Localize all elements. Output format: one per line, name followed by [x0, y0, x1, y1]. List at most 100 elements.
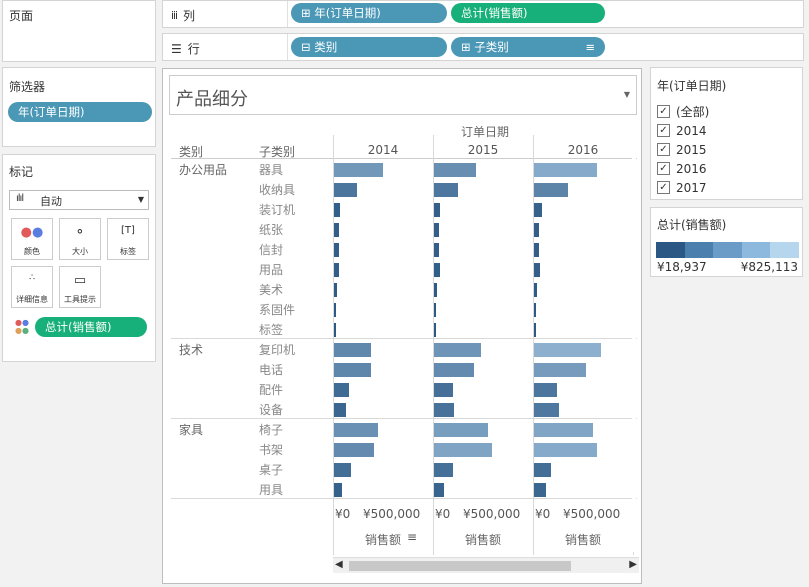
axis-title[interactable]: 销售额	[533, 531, 633, 548]
checkbox-checked-icon[interactable]: ✓	[657, 105, 670, 118]
scroll-left-icon[interactable]: ◀	[335, 559, 343, 570]
subcategory-label[interactable]: 信封	[259, 241, 283, 258]
mark-type-select[interactable]: ılıl 自动 ▼	[9, 190, 149, 210]
checkbox-checked-icon[interactable]: ✓	[657, 181, 670, 194]
subcategory-label[interactable]: 书架	[259, 441, 283, 458]
color-button[interactable]: ●● 颜色	[11, 218, 53, 260]
subcategory-label[interactable]: 美术	[259, 281, 283, 298]
bar[interactable]	[434, 483, 444, 497]
checkbox-checked-icon[interactable]: ✓	[657, 143, 670, 156]
legend-swatch[interactable]	[684, 242, 714, 258]
bar[interactable]	[434, 403, 454, 417]
bar[interactable]	[334, 283, 337, 297]
size-button[interactable]: ⚬ 大小	[59, 218, 101, 260]
subcategory-label[interactable]: 椅子	[259, 421, 283, 438]
detail-button[interactable]: ∴ 详细信息	[11, 266, 53, 308]
collapse-icon[interactable]: ⊟	[301, 40, 314, 54]
bar[interactable]	[534, 223, 539, 237]
subcategory-pill[interactable]: ⊞ 子类别 ≡	[451, 37, 605, 57]
checkbox-checked-icon[interactable]: ✓	[657, 124, 670, 137]
columns-shelf[interactable]: ⅲ 列 ⊞ 年(订单日期) 总计(销售额)	[162, 0, 804, 28]
bar[interactable]	[334, 423, 378, 437]
bar[interactable]	[534, 343, 601, 357]
bar[interactable]	[534, 323, 536, 337]
axis-title[interactable]: 销售额	[333, 531, 433, 548]
bar[interactable]	[434, 443, 492, 457]
subcategory-label[interactable]: 系固件	[259, 301, 295, 318]
bar[interactable]	[334, 263, 339, 277]
subcategory-label[interactable]: 设备	[259, 401, 283, 418]
bar[interactable]	[434, 423, 488, 437]
subcategory-label[interactable]: 用具	[259, 481, 283, 498]
bar[interactable]	[534, 243, 539, 257]
expand-icon[interactable]: ⊞	[301, 6, 314, 20]
bar[interactable]	[434, 383, 453, 397]
bar[interactable]	[334, 383, 349, 397]
bar[interactable]	[534, 163, 597, 177]
subcategory-label[interactable]: 电话	[259, 361, 283, 378]
legend-swatch[interactable]	[656, 242, 686, 258]
bar[interactable]	[534, 483, 546, 497]
tooltip-button[interactable]: ▭ 工具提示	[59, 266, 101, 308]
checkbox-checked-icon[interactable]: ✓	[657, 162, 670, 175]
year-filter-item[interactable]: ✓ 2016	[657, 159, 709, 178]
year-filter-item[interactable]: ✓ 2015	[657, 140, 709, 159]
bar[interactable]	[434, 463, 453, 477]
year-filter-item[interactable]: ✓ 2017	[657, 178, 709, 197]
bar[interactable]	[534, 383, 557, 397]
year-filter-item[interactable]: ✓ (全部)	[657, 102, 709, 121]
marks-sum-sales-pill[interactable]: 总计(销售额)	[35, 317, 147, 337]
bar[interactable]	[434, 363, 474, 377]
axis-title[interactable]: 销售额	[433, 531, 533, 548]
subcategory-label[interactable]: 收纳具	[259, 181, 295, 198]
sum-sales-pill[interactable]: 总计(销售额)	[451, 3, 605, 23]
filter-year-pill[interactable]: 年(订单日期)	[8, 102, 152, 122]
bar[interactable]	[534, 183, 568, 197]
bar[interactable]	[334, 463, 351, 477]
bar[interactable]	[334, 243, 339, 257]
bar[interactable]	[334, 483, 342, 497]
bar[interactable]	[334, 443, 374, 457]
bar[interactable]	[434, 303, 436, 317]
subcategory-label[interactable]: 用品	[259, 261, 283, 278]
scroll-right-icon[interactable]: ▶	[629, 559, 637, 570]
year-header-2014[interactable]: 2014	[333, 143, 433, 157]
category-pill[interactable]: ⊟ 类别	[291, 37, 447, 57]
bar[interactable]	[534, 423, 593, 437]
horizontal-scrollbar[interactable]: ◀ ▶	[333, 557, 639, 573]
year-filter-item[interactable]: ✓ 2014	[657, 121, 709, 140]
subcategory-label[interactable]: 标签	[259, 321, 283, 338]
subcategory-label[interactable]: 器具	[259, 161, 283, 178]
bar[interactable]	[534, 403, 559, 417]
bar[interactable]	[434, 283, 437, 297]
bar[interactable]	[534, 203, 542, 217]
year-header-2015[interactable]: 2015	[433, 143, 533, 157]
subcategory-label[interactable]: 桌子	[259, 461, 283, 478]
viz-view[interactable]: 产品细分 ▼ 订单日期 类别 子类别 ◀ ▶ 2014 2015 2016 办公用品器…	[162, 68, 642, 584]
sort-icon[interactable]: ≡	[407, 530, 417, 544]
bar[interactable]	[534, 283, 537, 297]
expand-icon[interactable]: ⊞	[461, 40, 474, 54]
subcategory-label[interactable]: 配件	[259, 381, 283, 398]
bar[interactable]	[434, 243, 439, 257]
dropdown-icon[interactable]: ▼	[624, 90, 630, 99]
bar[interactable]	[434, 203, 440, 217]
bar[interactable]	[434, 263, 440, 277]
bar[interactable]	[334, 163, 383, 177]
bar[interactable]	[434, 223, 439, 237]
bar[interactable]	[434, 163, 476, 177]
legend-swatch[interactable]	[713, 242, 743, 258]
bar[interactable]	[534, 303, 536, 317]
subcategory-label[interactable]: 纸张	[259, 221, 283, 238]
subcategory-label[interactable]: 复印机	[259, 341, 295, 358]
year-header-2016[interactable]: 2016	[533, 143, 633, 157]
legend-swatch[interactable]	[741, 242, 771, 258]
category-label[interactable]: 家具	[179, 421, 203, 438]
bar[interactable]	[334, 203, 340, 217]
subcategory-label[interactable]: 装订机	[259, 201, 295, 218]
label-button[interactable]: [T] 标签	[107, 218, 149, 260]
legend-swatch[interactable]	[770, 242, 800, 258]
view-title-box[interactable]: 产品细分 ▼	[169, 75, 637, 115]
bar[interactable]	[434, 183, 458, 197]
year-order-date-pill[interactable]: ⊞ 年(订单日期)	[291, 3, 447, 23]
